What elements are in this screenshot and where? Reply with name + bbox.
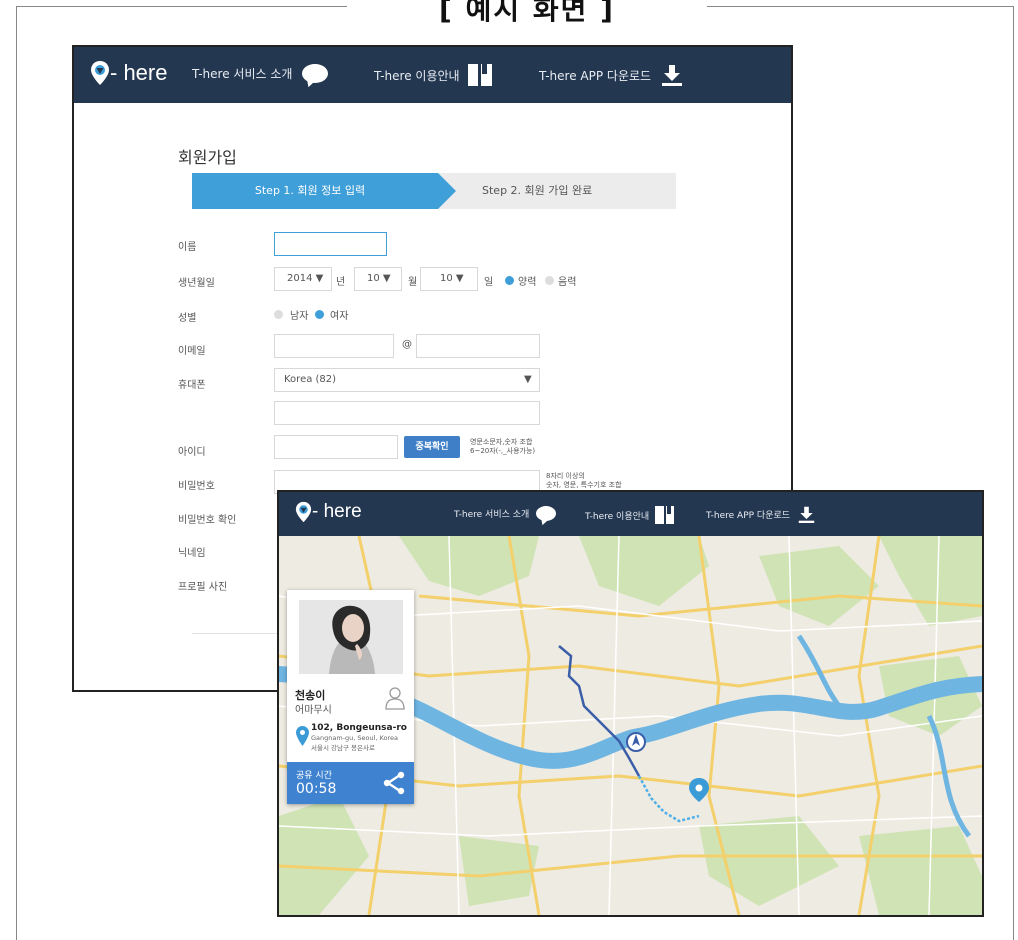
address-line2: Gangnam-gu, Seoul, Korea	[311, 734, 399, 742]
profile-card[interactable]: 천송이 어마무시 102, Bongeunsa-ro Gangnam-gu, S…	[287, 590, 414, 804]
lunar-label: 음력	[558, 277, 577, 288]
book-icon	[655, 506, 675, 524]
password-label: 비밀번호	[178, 481, 215, 492]
nav-service-intro-label: T-here 서비스 소개	[192, 67, 293, 81]
nickname-label: 닉네임	[178, 548, 206, 559]
email-local-input[interactable]	[274, 334, 394, 358]
book-icon	[467, 64, 492, 86]
lunar-radio[interactable]	[545, 276, 554, 285]
logo[interactable]: - here	[295, 501, 362, 523]
profile-photo-label: 프로필 사진	[178, 582, 228, 593]
pin-logo-icon	[295, 501, 312, 523]
birth-month-value: 10 ▼	[367, 273, 391, 284]
user-icon[interactable]	[385, 686, 405, 710]
logo-text: - here	[110, 60, 168, 85]
phone-label: 휴대폰	[178, 380, 206, 391]
nav-service-intro[interactable]: T-here 서비스 소개	[192, 64, 329, 83]
nav-app-download[interactable]: T-here APP 다운로드	[706, 506, 815, 523]
download-icon	[662, 65, 683, 86]
birth-month-unit: 월	[408, 277, 418, 288]
share-icon[interactable]	[382, 771, 406, 795]
id-label: 아이디	[178, 447, 206, 458]
name-label: 이름	[178, 242, 197, 253]
step-1-active: Step 1. 회원 정보 입력	[192, 173, 456, 209]
nav-app-download-label: T-here APP 다운로드	[539, 68, 652, 83]
chat-bubble-icon	[536, 506, 557, 521]
chat-bubble-icon	[302, 64, 329, 83]
nav-usage-guide[interactable]: T-here 이용안내	[585, 506, 675, 524]
female-label: 여자	[330, 311, 349, 322]
pin-logo-icon	[91, 61, 109, 85]
share-time-value: 00:58	[296, 781, 337, 797]
birth-day-value: 10 ▼	[440, 273, 464, 284]
chevron-down-icon: ▼	[524, 374, 532, 385]
nav-usage-guide[interactable]: T-here 이용안내	[374, 64, 492, 86]
location-pin-icon	[296, 726, 309, 746]
map-view[interactable]: 천송이 어마무시 102, Bongeunsa-ro Gangnam-gu, S…	[279, 536, 982, 915]
page-title: [ 예시 화면 ]	[347, 0, 707, 27]
nav-usage-guide-label: T-here 이용안내	[585, 511, 650, 522]
id-hint-line2: 6~20자(-,_사용가능)	[470, 447, 536, 455]
birth-day-unit: 일	[484, 277, 494, 288]
nav-service-intro[interactable]: T-here 서비스 소개	[454, 506, 557, 521]
male-radio[interactable]	[274, 310, 283, 319]
profile-photo	[299, 600, 403, 674]
profile-status: 어마무시	[295, 705, 332, 716]
id-check-button[interactable]: 중복확인	[404, 436, 460, 458]
download-icon	[798, 506, 815, 523]
phone-number-input[interactable]	[274, 401, 540, 425]
logo[interactable]: - here	[90, 60, 167, 86]
password-hint-line1: 8자리 이상의	[546, 472, 585, 480]
address-line1: 102, Bongeunsa-ro	[311, 723, 407, 733]
id-input[interactable]	[274, 435, 398, 459]
top-nav: - here T-here 서비스 소개 T-here 이용안내 T-here …	[279, 492, 982, 536]
female-radio[interactable]	[315, 310, 324, 319]
top-nav: - here T-here 서비스 소개 T-here 이용안내 T-here …	[74, 47, 791, 103]
nav-service-intro-label: T-here 서비스 소개	[454, 510, 530, 520]
share-time-label: 공유 시간	[296, 771, 332, 781]
nav-app-download-label: T-here APP 다운로드	[706, 511, 791, 521]
map-window: - here T-here 서비스 소개 T-here 이용안내 T-here …	[277, 490, 984, 917]
email-label: 이메일	[178, 346, 206, 357]
nav-app-download[interactable]: T-here APP 다운로드	[539, 64, 683, 86]
male-label: 남자	[290, 311, 309, 322]
solar-radio[interactable]	[505, 276, 514, 285]
birth-year-value: 2014 ▼	[287, 273, 324, 284]
step-indicator: Step 1. 회원 정보 입력 Step 2. 회원 가입 완료	[192, 173, 676, 209]
password-confirm-label: 비밀번호 확인	[178, 515, 237, 526]
signup-title: 회원가입	[178, 148, 237, 167]
logo-text: - here	[312, 501, 362, 522]
address-line3: 서울시 강남구 봉은사로	[311, 744, 375, 752]
share-time-panel: 공유 시간 00:58	[287, 762, 414, 804]
phone-country-value: Korea (82)	[284, 374, 337, 385]
step-2: Step 2. 회원 가입 완료	[482, 184, 593, 197]
profile-photo-image	[299, 600, 403, 674]
solar-label: 양력	[518, 277, 537, 288]
password-hint-line2: 숫자, 영문, 특수기호 조합	[546, 481, 622, 489]
gender-label: 성별	[178, 313, 197, 324]
email-domain-input[interactable]	[416, 334, 540, 358]
id-hint-line1: 영문소문자,숫자 조합	[470, 438, 533, 446]
birth-year-unit: 년	[336, 277, 346, 288]
email-at-sign: @	[402, 339, 412, 350]
nav-usage-guide-label: T-here 이용안내	[374, 68, 460, 83]
birth-label: 생년월일	[178, 278, 215, 289]
name-input[interactable]	[274, 232, 387, 256]
